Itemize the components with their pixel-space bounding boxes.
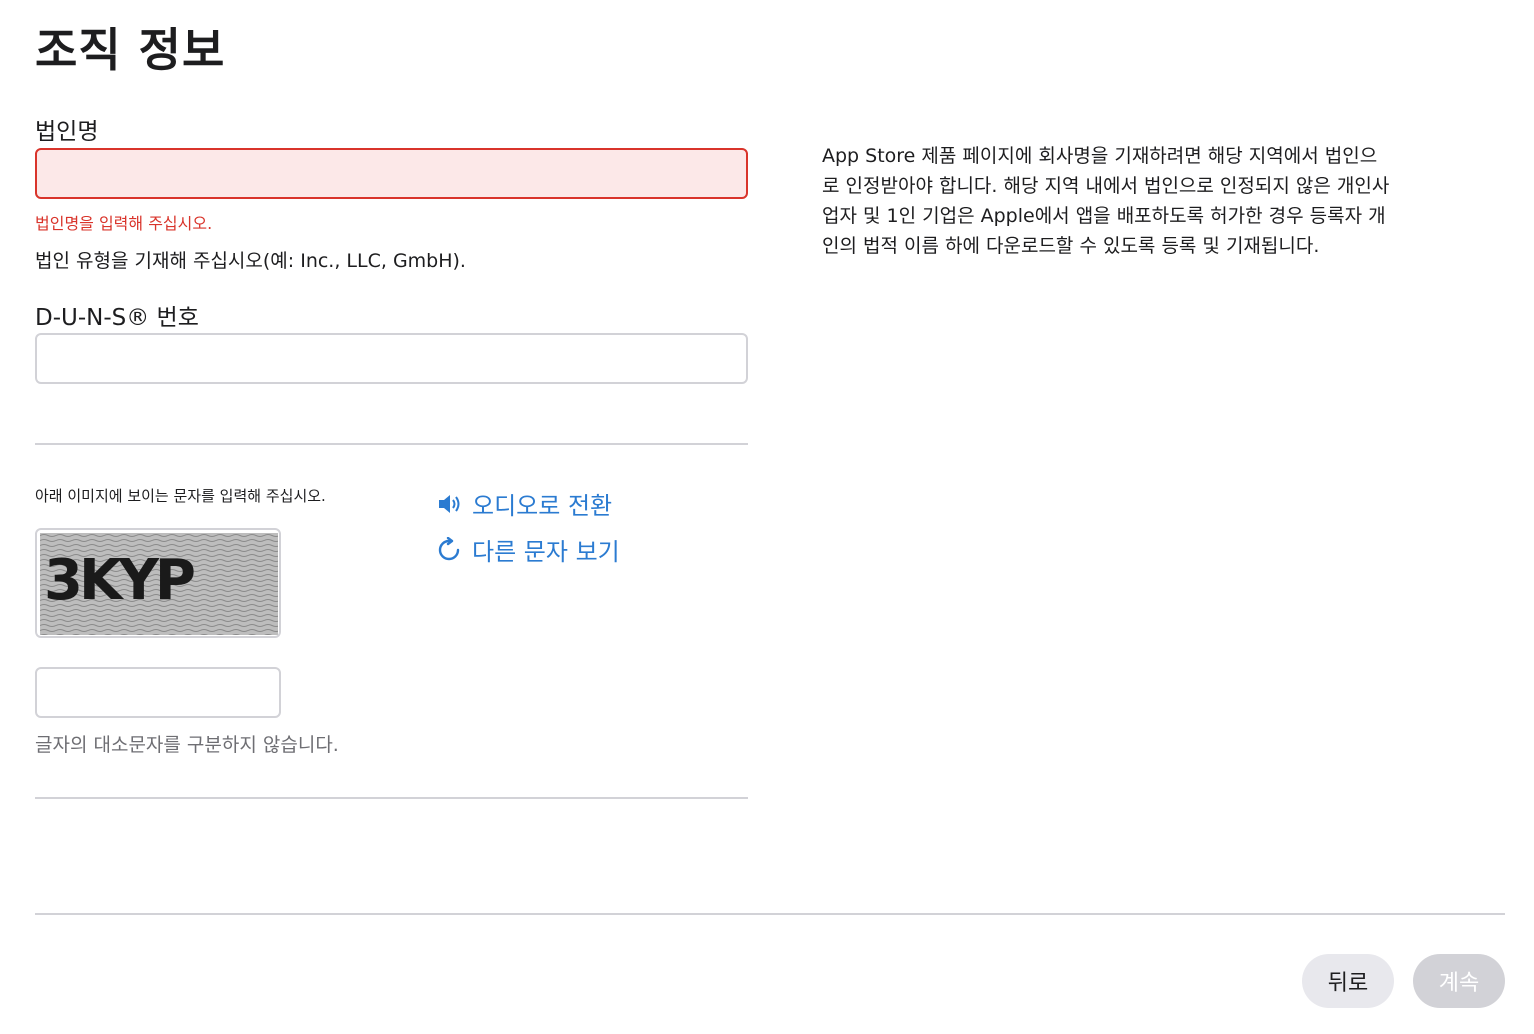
captcha-image: 3KYP [35, 528, 281, 638]
organization-info-page: 조직 정보 법인명 법인명을 입력해 주십시오. 법인 유형을 기재해 주십시오… [0, 0, 1534, 1034]
new-code-label[interactable]: 다른 문자 보기 [472, 532, 620, 567]
captcha-text: 3KYP [44, 548, 194, 613]
captcha-input[interactable] [35, 667, 281, 718]
duns-label: D-U-N-S® 번호 [35, 305, 199, 331]
legal-entity-input[interactable] [35, 148, 748, 199]
speaker-icon [436, 491, 462, 517]
switch-to-audio-label[interactable]: 오디오로 전환 [472, 486, 612, 521]
back-button[interactable]: 뒤로 [1302, 954, 1394, 1008]
continue-button[interactable]: 계속 [1413, 954, 1505, 1008]
captcha-case-note: 글자의 대소문자를 구분하지 않습니다. [35, 734, 339, 756]
refresh-icon [436, 536, 462, 563]
legal-entity-label: 법인명 [35, 119, 99, 145]
legal-entity-error: 법인명을 입력해 주십시오. [35, 214, 213, 233]
footer-divider [35, 913, 1505, 915]
page-title: 조직 정보 [35, 23, 226, 77]
divider [35, 443, 748, 445]
switch-to-audio-link[interactable]: 오디오로 전환 [436, 486, 612, 521]
duns-input[interactable] [35, 333, 748, 384]
captcha-prompt: 아래 이미지에 보이는 문자를 입력해 주십시오. [35, 487, 326, 505]
legal-entity-hint: 법인 유형을 기재해 주십시오(예: Inc., LLC, GmbH). [35, 250, 466, 272]
legal-entity-info: App Store 제품 페이지에 회사명을 기재하려면 해당 지역에서 법인으… [822, 145, 1390, 257]
divider [35, 797, 748, 799]
new-code-link[interactable]: 다른 문자 보기 [436, 532, 620, 567]
